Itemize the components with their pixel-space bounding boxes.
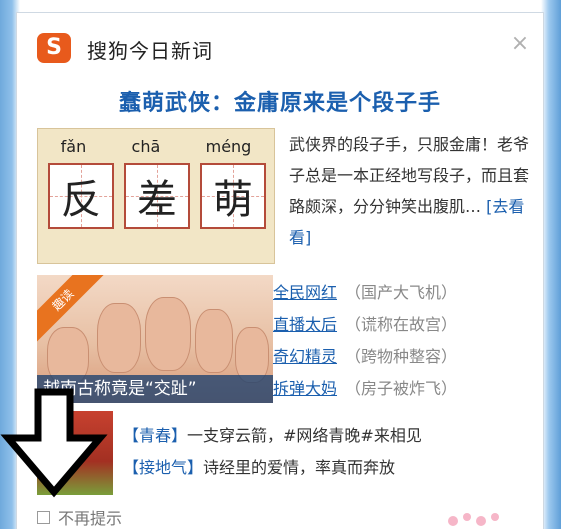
news-item[interactable]: 【接地气】 诗经里的爱情，率真而奔放 <box>123 450 543 482</box>
topic-link[interactable]: 奇幻精灵 <box>273 343 337 367</box>
topic-note: （谎称在故宫） <box>345 315 458 334</box>
pinyin-1: fǎn <box>60 137 87 156</box>
topic-link[interactable]: 拆弹大妈 <box>273 375 337 399</box>
news-list: 【青春】 一支穿云箭，#网络青晚#来相见 【接地气】 诗经里的爱情，率真而奔放 <box>123 418 543 482</box>
topic-row: 奇幻精灵 （跨物种整容） <box>273 339 537 371</box>
paw-decoration-icon <box>448 513 499 526</box>
news-tag: 【接地气】 <box>123 458 204 477</box>
char-box: 萌 <box>200 163 266 229</box>
news-tag: 【青春】 <box>123 426 188 445</box>
feature-photo[interactable]: 趣读 越南古称竟是“交趾” <box>37 275 273 403</box>
app-title: 搜狗今日新词 <box>87 39 213 63</box>
no-remind-label: 不再提示 <box>58 509 123 528</box>
topic-note: （房子被炸飞） <box>345 379 458 398</box>
news-text: 诗经里的爱情，率真而奔放 <box>203 458 396 477</box>
sogou-logo-icon: S <box>37 33 71 63</box>
topic-row: 全民网红 （国产大飞机） <box>273 275 537 307</box>
topic-row: 拆弹大妈 （房子被炸飞） <box>273 371 537 403</box>
no-remind-checkbox[interactable] <box>37 510 50 524</box>
close-button[interactable]: × <box>509 33 531 55</box>
news-item[interactable]: 【青春】 一支穿云箭，#网络青晚#来相见 <box>123 418 543 450</box>
topic-row: 直播太后 （谎称在故宫） <box>273 307 537 339</box>
news-popup: S 搜狗今日新词 × 蠢萌武侠：金庸原来是个段子手 fǎn chā méng 反… <box>16 12 544 529</box>
topic-link[interactable]: 全民网红 <box>273 279 337 303</box>
pinyin-2: chā <box>131 137 161 156</box>
photo-caption: 越南古称竟是“交趾” <box>37 375 273 403</box>
no-remind-option[interactable]: 不再提示 <box>37 505 122 529</box>
char-box: 反 <box>48 163 114 229</box>
char-box: 差 <box>124 163 190 229</box>
char-row: 反 差 萌 <box>48 163 266 229</box>
feature-image[interactable]: fǎn chā méng 反 差 萌 <box>37 128 275 264</box>
finger-shape <box>195 309 233 373</box>
topic-link[interactable]: 直播太后 <box>273 311 337 335</box>
finger-shape <box>145 297 191 371</box>
description: 武侠界的段子手，只服金庸！老爷子总是一本正经地写段子，而且套路颇深，分分钟笑出腹… <box>289 129 535 253</box>
news-thumbnail[interactable] <box>37 411 113 495</box>
pinyin-3: méng <box>205 137 252 156</box>
topic-list: 全民网红 （国产大飞机） 直播太后 （谎称在故宫） 奇幻精灵 （跨物种整容） 拆… <box>273 275 537 403</box>
headline-link[interactable]: 蠢萌武侠：金庸原来是个段子手 <box>17 85 543 117</box>
topic-note: （跨物种整容） <box>345 347 458 366</box>
news-text: 一支穿云箭，#网络青晚#来相见 <box>187 426 422 445</box>
title-bar: S 搜狗今日新词 × <box>17 13 543 65</box>
topic-note: （国产大飞机） <box>345 283 458 302</box>
finger-shape <box>97 303 141 373</box>
pinyin-row: fǎn chā méng <box>38 137 274 156</box>
